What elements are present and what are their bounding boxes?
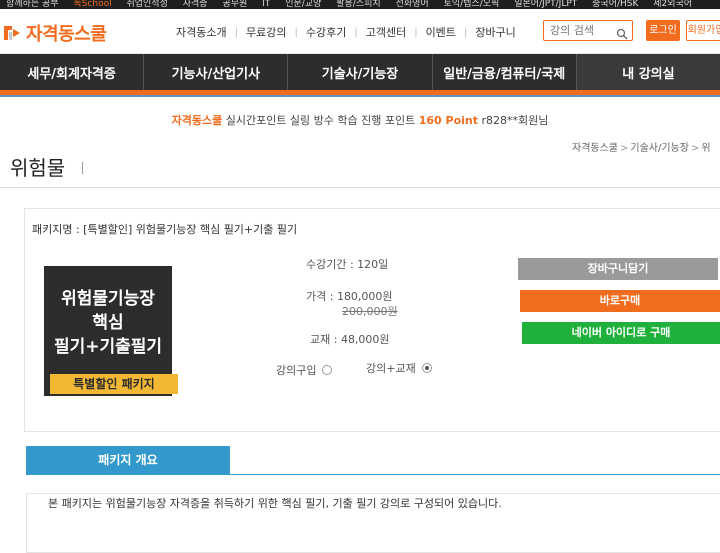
textbook-price: 교재 : 48,000원 xyxy=(310,333,390,346)
join-button[interactable]: 회원가입 xyxy=(686,20,720,41)
logo-icon xyxy=(2,23,22,43)
top-strip-item[interactable]: 인문/교양 xyxy=(285,0,321,9)
option-lecture-label: 강의구입 xyxy=(276,364,317,377)
search-box xyxy=(543,20,633,41)
breadcrumb-separator: > xyxy=(690,143,700,154)
top-strip-item[interactable]: 취업인적성 xyxy=(126,0,167,9)
points-user: r828**회원님 xyxy=(478,114,549,127)
top-strip: 함께하는 공부 독School 취업인적성 자격증 공무원 IT 인문/교양 활… xyxy=(0,0,720,9)
option-lecture-textbook[interactable]: 강의+교재 xyxy=(366,360,432,376)
option-lecture-textbook-label: 강의+교재 xyxy=(366,362,416,375)
nav-cart[interactable]: 장바구니 xyxy=(467,24,523,40)
package-thumbnail: 위험물기능장 핵심 필기+기출필기 특별할인 패키지 xyxy=(44,266,178,396)
tab-professional-engineer[interactable]: 기술사/기능장 xyxy=(288,54,433,90)
top-nav: 자격동소개 | 무료강의 | 수강후기 | 고객센터 | 이벤트 | 장바구니 xyxy=(168,24,524,40)
nav-events[interactable]: 이벤트 xyxy=(418,24,464,40)
site-logo[interactable]: 자격동스쿨 xyxy=(2,21,107,45)
top-strip-item[interactable]: 토익/텝스/오픽 xyxy=(444,0,500,9)
top-strip-item[interactable]: 제2외국어 xyxy=(653,0,692,9)
option-lecture[interactable]: 강의구입 xyxy=(276,362,333,378)
thumb-line: 위험물기능장 xyxy=(61,289,155,309)
top-strip-item[interactable]: 함께하는 공부 xyxy=(6,0,59,9)
top-strip-item[interactable]: 중국어/HSK xyxy=(592,0,638,9)
top-strip-item[interactable]: 독School xyxy=(73,0,111,9)
search-input[interactable] xyxy=(550,24,610,37)
original-price: 200,000원 xyxy=(342,305,398,318)
buy-now-button[interactable]: 바로구매 xyxy=(520,290,720,312)
site-header: 자격동스쿨 자격동소개 | 무료강의 | 수강후기 | 고객센터 | 이벤트 | 장바구니… xyxy=(0,9,720,54)
top-strip-item[interactable]: 자격증 xyxy=(183,0,208,9)
tab-package-overview[interactable]: 패키지 개요 xyxy=(26,446,230,474)
thumb-line: 필기+기출필기 xyxy=(53,337,163,357)
realtime-points: 자격동스쿨 실시간포인트 실링 방수 학습 진행 포인트 160 Point r… xyxy=(0,112,720,128)
breadcrumb-item[interactable]: 위 xyxy=(701,143,710,154)
top-strip-item[interactable]: 전화영어 xyxy=(396,0,429,9)
breadcrumb: 자격동스쿨 > 기술사/기능장 > 위 xyxy=(572,139,711,154)
nav-reviews[interactable]: 수강후기 xyxy=(298,24,354,40)
nav-about[interactable]: 자격동소개 xyxy=(168,24,235,40)
top-strip-item[interactable]: 활용/스피치 xyxy=(336,0,380,9)
points-brand: 자격동스쿨 xyxy=(171,114,223,127)
search-icon[interactable] xyxy=(616,25,628,39)
points-text: 실시간포인트 실링 방수 학습 진행 포인트 xyxy=(222,114,419,127)
overview-description: 본 패키지는 위험물기능장 자격증을 취득하기 위한 핵심 필기, 기출 필기 … xyxy=(48,497,502,510)
breadcrumb-item[interactable]: 자격동스쿨 xyxy=(572,143,618,154)
tab-my-classroom[interactable]: 내 강의실 xyxy=(576,54,720,90)
course-period: 수강기간 : 120일 xyxy=(306,258,389,271)
login-button[interactable]: 로그인 xyxy=(646,20,680,41)
top-strip-item[interactable]: IT xyxy=(262,0,270,9)
tab-tax-accounting[interactable]: 세무/회계자격증 xyxy=(0,54,145,90)
nav-accent-line xyxy=(0,95,720,97)
top-strip-item[interactable]: 공무원 xyxy=(222,0,247,9)
thumb-badge: 특별할인 패키지 xyxy=(50,374,178,394)
thumb-line: 핵심 xyxy=(92,313,124,333)
option-lecture-textbook-radio[interactable] xyxy=(421,363,432,373)
breadcrumb-separator: > xyxy=(620,143,629,154)
tab-general-finance[interactable]: 일반/금융/컴퓨터/국제 xyxy=(433,54,577,90)
nav-free-lectures[interactable]: 무료강의 xyxy=(238,24,294,40)
top-strip-item[interactable]: 일본어/JPT/JLPT xyxy=(514,0,577,9)
add-to-cart-button[interactable]: 장바구니담기 xyxy=(518,258,718,280)
package-name: 패키지명 : [특별할인] 위험물기능장 핵심 필기+기출 필기 xyxy=(32,223,298,236)
breadcrumb-item[interactable]: 기술사/기능장 xyxy=(630,143,689,154)
naver-buy-button[interactable]: 네이버 아이디로 구매 xyxy=(522,322,720,344)
page-title: 위험물 xyxy=(10,156,66,180)
overview-underline xyxy=(26,474,720,475)
nav-customer-center[interactable]: 고객센터 xyxy=(358,24,414,40)
logo-text: 자격동스쿨 xyxy=(26,24,107,45)
title-underline xyxy=(0,187,720,188)
points-value: 160 Point xyxy=(418,114,479,127)
tab-craftsman[interactable]: 기능사/산업기사 xyxy=(144,54,289,90)
main-nav: 세무/회계자격증 기능사/산업기사 기술사/기능장 일반/금융/컴퓨터/국제 내… xyxy=(0,54,720,90)
option-lecture-radio[interactable] xyxy=(322,365,333,375)
title-divider xyxy=(82,162,83,174)
course-price: 가격 : 180,000원 xyxy=(306,290,393,303)
